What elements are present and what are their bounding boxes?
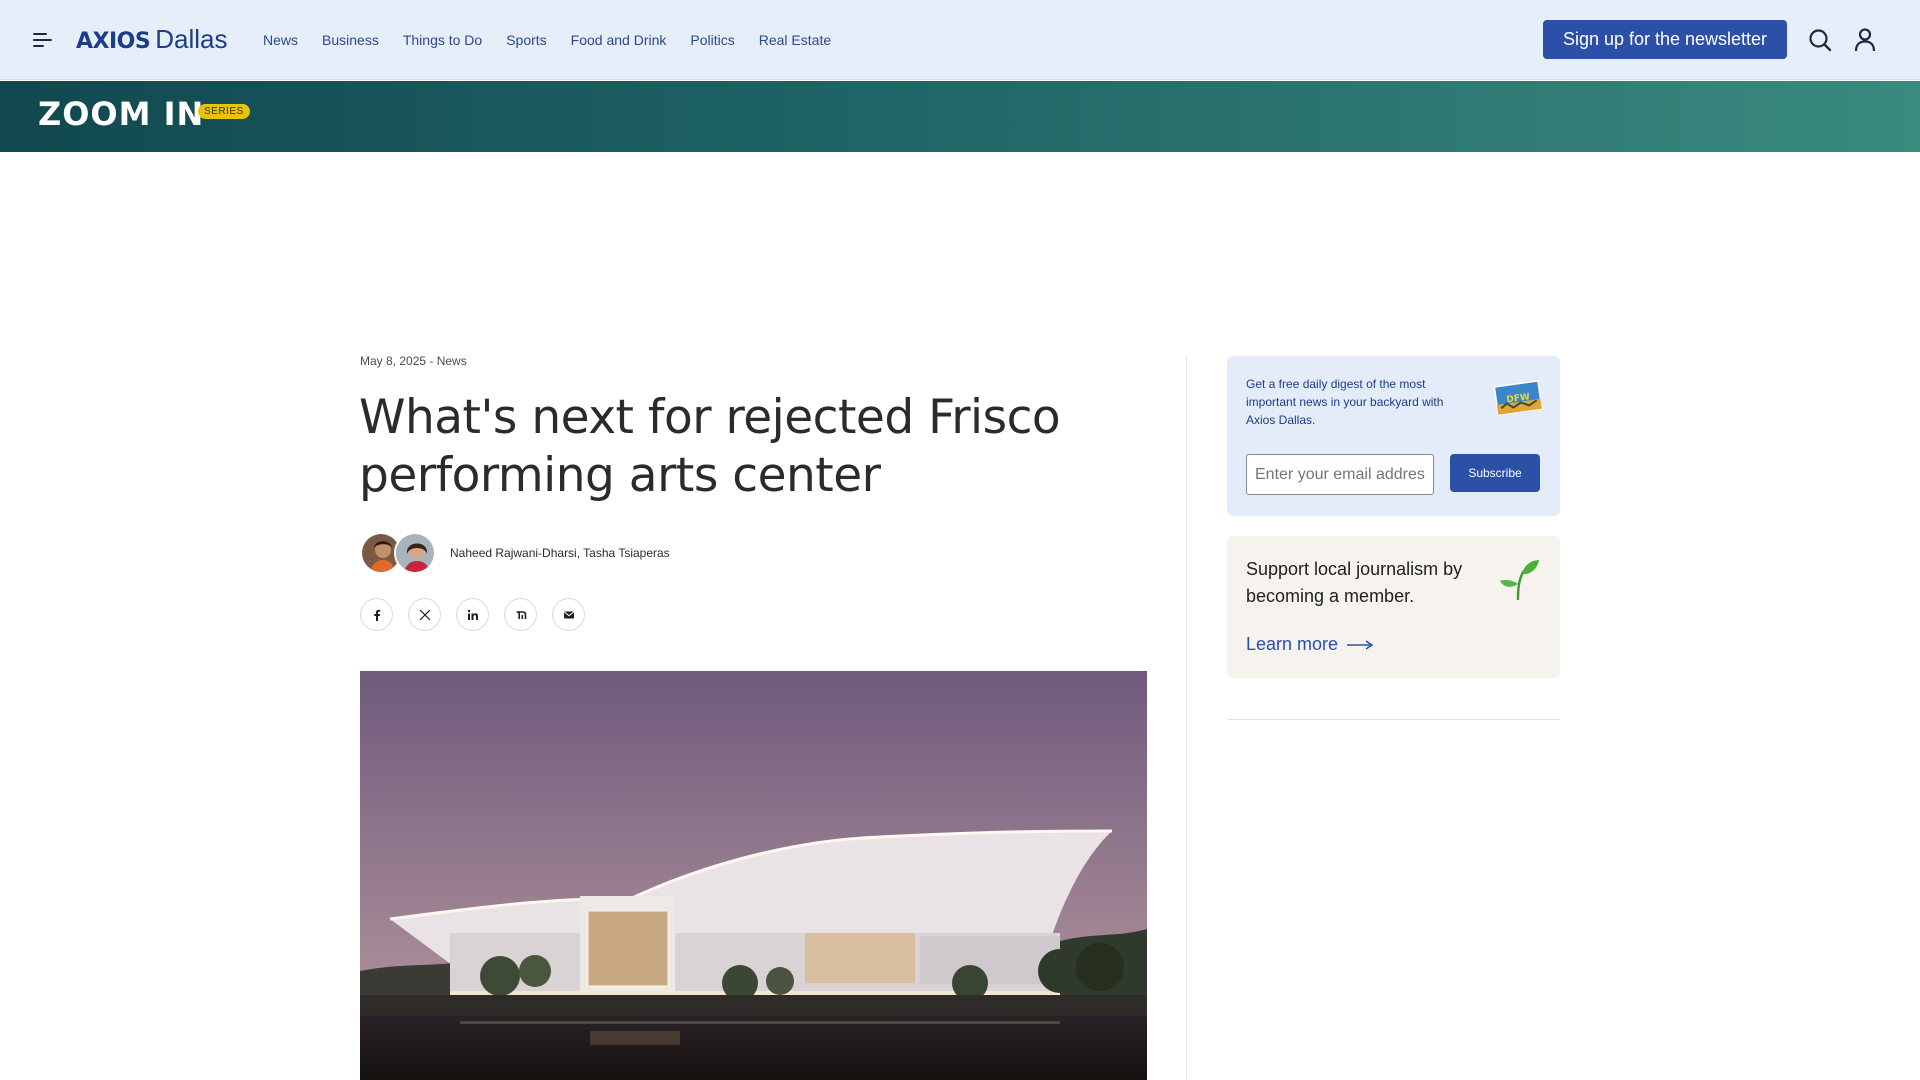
- nav-link-real-estate[interactable]: Real Estate: [759, 30, 831, 50]
- learn-more-label: Learn more: [1246, 634, 1339, 654]
- menu-icon[interactable]: [33, 31, 53, 49]
- sidebar-divider: [1227, 719, 1560, 720]
- top-navigation-bar: AXIOS Dallas News Business Things to Do …: [0, 0, 1920, 80]
- author-names[interactable]: Naheed Rajwani-Dharsi, Tasha Tsiaperas: [450, 546, 670, 560]
- nav-link-food-and-drink[interactable]: Food and Drink: [571, 30, 667, 50]
- dallas-postcard-icon: DFW: [1490, 376, 1544, 418]
- email-icon[interactable]: [552, 598, 585, 631]
- membership-card: Support local journalism by becoming a m…: [1227, 536, 1560, 678]
- subscribe-button[interactable]: Subscribe: [1450, 454, 1540, 492]
- site-logo[interactable]: AXIOS Dallas: [76, 24, 227, 56]
- nav-link-things-to-do[interactable]: Things to Do: [403, 30, 482, 50]
- article-hero-image: [360, 671, 1147, 1080]
- learn-more-link[interactable]: Learn more: [1246, 634, 1374, 655]
- logo-axios: AXIOS: [76, 29, 151, 54]
- article-meta: May 8, 2025 - News: [360, 354, 467, 368]
- author-byline: Naheed Rajwani-Dharsi, Tasha Tsiaperas: [360, 532, 670, 574]
- zoom-in-series-banner[interactable]: ZOOM IN SERIES: [0, 81, 1920, 152]
- x-icon[interactable]: [408, 598, 441, 631]
- arrow-right-icon: [1347, 639, 1374, 650]
- article-headline: What's next for rejected Frisco performi…: [359, 390, 1061, 503]
- nav-link-news[interactable]: News: [263, 30, 298, 50]
- series-badge: SERIES: [198, 104, 250, 119]
- nav-link-sports[interactable]: Sports: [506, 30, 546, 50]
- newsletter-card: Get a free daily digest of the most impo…: [1227, 356, 1560, 516]
- logo-city: Dallas: [155, 24, 228, 54]
- sprout-icon: [1497, 558, 1541, 601]
- facebook-icon[interactable]: [360, 598, 393, 631]
- nav-link-business[interactable]: Business: [322, 30, 379, 50]
- newsletter-signup-button[interactable]: Sign up for the newsletter: [1543, 20, 1787, 59]
- search-icon[interactable]: [1806, 26, 1834, 54]
- support-text: Support local journalism by becoming a m…: [1246, 559, 1463, 606]
- author-avatar[interactable]: [394, 532, 436, 574]
- column-divider: [1186, 356, 1187, 1080]
- share-buttons: [360, 598, 585, 631]
- user-icon[interactable]: [1851, 26, 1879, 54]
- email-input[interactable]: [1246, 454, 1434, 495]
- nav-link-politics[interactable]: Politics: [690, 30, 734, 50]
- newsletter-description: Get a free daily digest of the most impo…: [1246, 377, 1444, 427]
- main-nav: News Business Things to Do Sports Food a…: [263, 30, 855, 50]
- linkedin-icon[interactable]: [456, 598, 489, 631]
- banner-title: ZOOM IN: [38, 95, 205, 133]
- threads-icon[interactable]: [504, 598, 537, 631]
